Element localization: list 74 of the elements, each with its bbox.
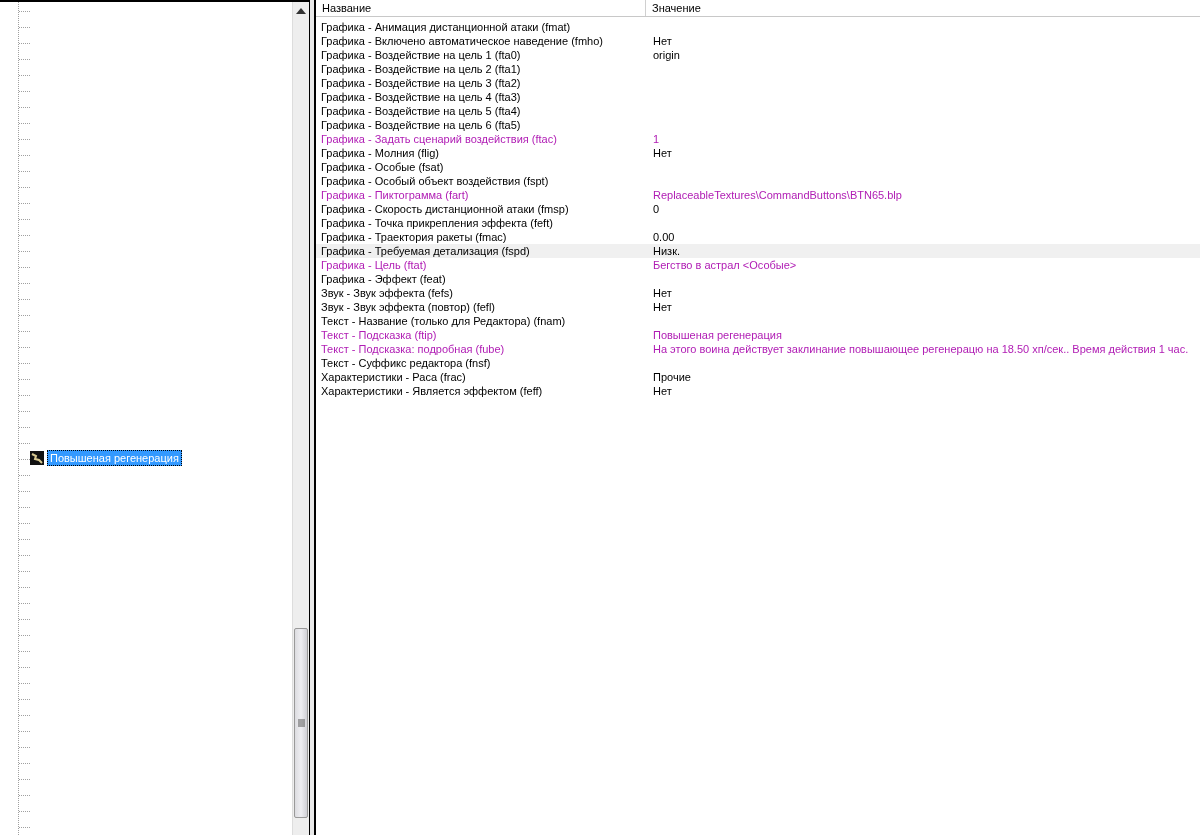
property-value[interactable]: 0 <box>653 203 660 215</box>
property-name[interactable]: Графика - Особые (fsat) <box>321 161 444 173</box>
property-value[interactable]: Нет <box>653 301 672 313</box>
property-name[interactable]: Звук - Звук эффекта (fefs) <box>321 287 453 299</box>
property-row[interactable]: Звук - Звук эффекта (повтор) (fefl) Нет <box>316 300 1200 314</box>
property-name[interactable]: Графика - Воздействие на цель 5 (fta4) <box>321 105 521 117</box>
property-name[interactable]: Графика - Требуемая детализация (fspd) <box>321 245 530 257</box>
property-row[interactable]: Текст - Подсказка: подробная (fube) На этого воина действует заклинание повышающее регенерацю на 18.50 хп/сек.. Время действия 1 час. <box>316 342 1200 356</box>
property-row[interactable]: Графика - Эффект (feat) <box>316 272 1200 286</box>
property-row[interactable]: Графика - Воздействие на цель 2 (fta1) <box>316 62 1200 76</box>
property-name[interactable]: Текст - Суффикс редактора (fnsf) <box>321 357 491 369</box>
property-name[interactable]: Текст - Подсказка: подробная (fube) <box>321 343 505 355</box>
property-row[interactable]: Графика - Воздействие на цель 5 (fta4) <box>316 104 1200 118</box>
property-name[interactable]: Графика - Воздействие на цель 4 (fta3) <box>321 91 521 103</box>
property-value[interactable]: 0.00 <box>653 231 675 243</box>
property-value[interactable]: Повышеная регенерация <box>653 329 782 341</box>
property-name[interactable]: Текст - Подсказка (ftip) <box>321 329 437 341</box>
property-row[interactable]: Графика - Включено автоматическое наведение (fmho) Нет <box>316 34 1200 48</box>
property-name[interactable]: Графика - Воздействие на цель 3 (fta2) <box>321 77 521 89</box>
property-row[interactable]: Графика - Особый объект воздействия (fspt) <box>316 174 1200 188</box>
property-row[interactable]: Графика - Пиктограмма (fart) ReplaceableTextures\CommandButtons\BTN65.blp <box>316 188 1200 202</box>
property-name[interactable]: Графика - Воздействие на цель 6 (fta5) <box>321 119 521 131</box>
property-row[interactable]: Графика - Точка прикрепления эффекта (feft) <box>316 216 1200 230</box>
property-name[interactable]: Звук - Звук эффекта (повтор) (fefl) <box>321 301 495 313</box>
property-value[interactable]: Прочие <box>653 371 691 383</box>
property-name[interactable]: Графика - Пиктограмма (fart) <box>321 189 469 201</box>
spell-icon <box>30 451 44 465</box>
property-value[interactable]: Низк. <box>653 245 680 257</box>
property-name[interactable]: Графика - Точка прикрепления эффекта (feft) <box>321 217 553 229</box>
property-name[interactable]: Графика - Цель (ftat) <box>321 259 427 271</box>
property-name[interactable]: Текст - Название (только для Редактора) (fnam) <box>321 315 566 327</box>
property-row[interactable]: Текст - Подсказка (ftip) Повышеная регенерация <box>316 328 1200 342</box>
property-row[interactable]: Графика - Воздействие на цель 4 (fta3) <box>316 90 1200 104</box>
property-value[interactable]: 1 <box>653 133 660 145</box>
property-row[interactable]: Текст - Суффикс редактора (fnsf) <box>316 356 1200 370</box>
property-value[interactable]: ReplaceableTextures\CommandButtons\BTN65.blp <box>653 189 902 201</box>
column-header[interactable]: Значение <box>646 0 701 16</box>
property-name[interactable]: Графика - Молния (flig) <box>321 147 439 159</box>
property-name[interactable]: Графика - Воздействие на цель 2 (fta1) <box>321 63 521 75</box>
property-name[interactable]: Графика - Эффект (feat) <box>321 273 446 285</box>
property-name[interactable]: Графика - Траектория ракеты (fmac) <box>321 231 507 243</box>
highlighted-row[interactable]: Графика - Требуемая детализация (fspd) Низк. <box>316 244 1200 258</box>
property-value[interactable]: Нет <box>653 287 672 299</box>
property-row[interactable]: Графика - Молния (flig) Нет <box>316 146 1200 160</box>
property-row[interactable]: Графика - Особые (fsat) <box>316 160 1200 174</box>
column-header[interactable]: Название <box>316 0 646 16</box>
property-row[interactable]: Графика - Траектория ракеты (fmac) 0.00 <box>316 230 1200 244</box>
property-row[interactable]: Графика - Задать сценарий воздействия (ftac) 1 <box>316 132 1200 146</box>
property-row[interactable]: Графика - Скорость дистанционной атаки (fmsp) 0 <box>316 202 1200 216</box>
property-name[interactable]: Характеристики - Является эффектом (feff) <box>321 385 543 397</box>
property-value[interactable]: Нет <box>653 147 672 159</box>
property-value[interactable]: Бегство в астрал <Особые> <box>653 259 797 271</box>
property-row[interactable]: Характеристики - Раса (frac) Прочие <box>316 370 1200 384</box>
property-value[interactable]: origin <box>653 49 680 61</box>
property-row[interactable]: Графика - Воздействие на цель 3 (fta2) <box>316 76 1200 90</box>
property-name[interactable]: Графика - Анимация дистанционной атаки (fmat) <box>321 21 571 33</box>
property-row[interactable]: Графика - Цель (ftat) Бегство в астрал <Особые> <box>316 258 1200 272</box>
property-row[interactable]: Графика - Воздействие на цель 1 (fta0) origin <box>316 48 1200 62</box>
property-name[interactable]: Графика - Скорость дистанционной атаки (fmsp) <box>321 203 569 215</box>
property-name[interactable]: Графика - Воздействие на цель 1 (fta0) <box>321 49 521 61</box>
property-row[interactable]: Графика - Воздействие на цель 6 (fta5) <box>316 118 1200 132</box>
property-name[interactable]: Графика - Особый объект воздействия (fspt) <box>321 175 549 187</box>
property-row[interactable]: Звук - Звук эффекта (fefs) Нет <box>316 286 1200 300</box>
property-name[interactable]: Графика - Задать сценарий воздействия (ftac) <box>321 133 557 145</box>
scrollbar-thumb[interactable] <box>294 628 308 818</box>
property-value[interactable]: Нет <box>653 35 672 47</box>
property-value[interactable]: Нет <box>653 385 672 397</box>
property-name[interactable]: Графика - Включено автоматическое наведение (fmho) <box>321 35 603 47</box>
property-row[interactable]: Графика - Анимация дистанционной атаки (fmat) <box>316 20 1200 34</box>
scroll-up-arrow-icon[interactable] <box>295 6 307 16</box>
property-value[interactable]: На этого воина действует заклинание повышающее регенерацю на 18.50 хп/сек.. Время действия 1 час. <box>653 343 1189 355</box>
property-row[interactable]: Характеристики - Является эффектом (feff) Нет <box>316 384 1200 398</box>
property-name[interactable]: Характеристики - Раса (frac) <box>321 371 466 383</box>
property-row[interactable]: Текст - Название (только для Редактора) (fnam) <box>316 314 1200 328</box>
